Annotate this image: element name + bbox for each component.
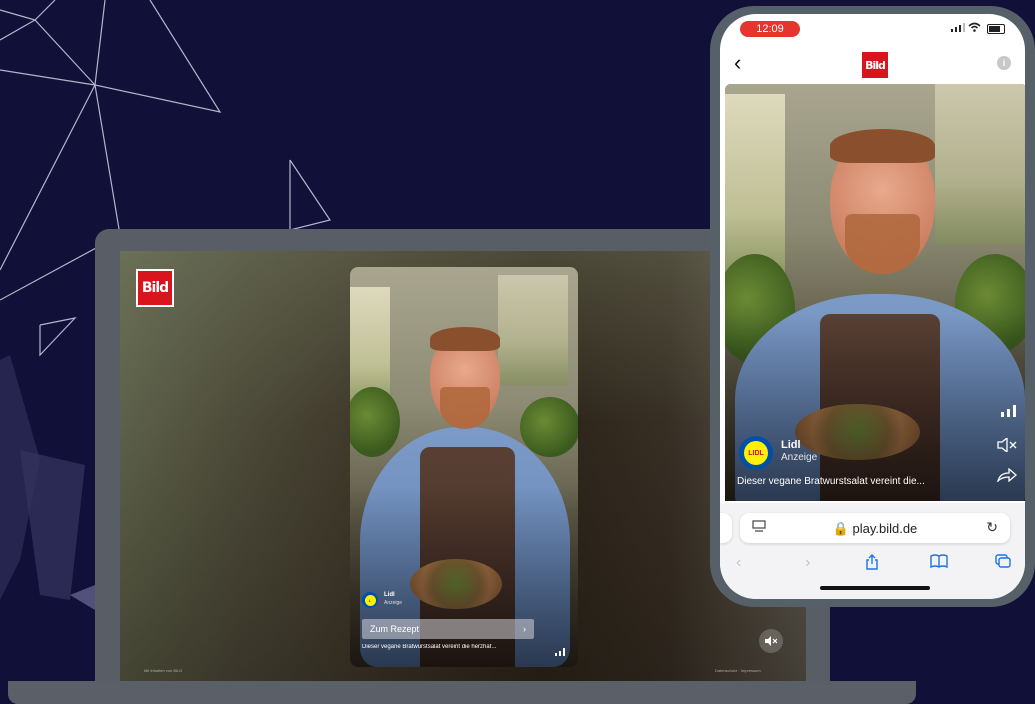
phone-mockup: 12:09 ‹ Bild i LIDL Lidl Anzeige Dieser … [710,6,1035,607]
speaker-muted-icon[interactable] [759,629,783,653]
video-frame-chef [350,267,578,667]
video-ad-card[interactable]: L Lidl Anzeige Zum Rezept › Dieser vegan… [350,267,578,667]
footer-left-text[interactable]: Mit Inhalten von BILD [144,668,182,673]
tabs-icon[interactable] [995,554,1011,573]
previous-tab-stub[interactable] [720,513,732,543]
laptop-base [8,681,916,704]
info-icon[interactable]: i [997,56,1011,70]
chevron-right-icon: › [523,624,526,634]
footer-right-text[interactable]: Datenschutz · Impressum [715,668,761,673]
url-text[interactable]: 🔒 play.bild.de [740,521,1010,537]
share-icon[interactable] [996,467,1017,485]
share-icon[interactable] [865,554,879,575]
lidl-brand-logo[interactable]: LIDL [739,436,773,470]
brand-sub: Anzeige [384,600,403,606]
video-player[interactable]: LIDL Lidl Anzeige Dieser vegane Bratwurs… [725,84,1025,501]
browser-forward-button[interactable]: › [805,554,810,572]
stats-icon[interactable] [1001,404,1017,420]
back-button[interactable]: ‹ [734,52,741,74]
brand-name: Lidl [384,592,395,598]
wifi-icon [968,22,984,35]
browser-toolbar: ‹ › [720,554,1025,576]
brand-name: Lidl [781,439,801,451]
bookmarks-icon[interactable] [930,554,948,573]
signal-icon [950,23,968,35]
video-caption: Dieser vegane Bratwurstsalat vereint die… [362,644,497,650]
video-caption[interactable]: Dieser vegane Bratwurstsalat vereint die… [737,476,962,487]
phone-screen: 12:09 ‹ Bild i LIDL Lidl Anzeige Dieser … [720,14,1025,599]
browser-back-button[interactable]: ‹ [736,554,741,572]
address-bar[interactable]: 🔒 play.bild.de ↻ [740,513,1010,543]
bild-logo[interactable]: Bild [860,50,890,80]
bild-logo[interactable]: Bild [136,269,174,307]
reload-icon[interactable]: ↻ [986,519,998,536]
speaker-muted-icon[interactable] [997,436,1017,455]
status-icons [950,22,1005,35]
home-indicator[interactable] [820,586,930,590]
video-frame-chef [725,84,1025,501]
brand-sub: Anzeige [781,452,818,463]
bar-chart-icon[interactable] [555,643,565,661]
lidl-brand-logo[interactable]: L [362,592,378,608]
cta-label: Zum Rezept [370,624,420,634]
status-time: 12:09 [740,21,800,37]
laptop-screen: Bild L Lidl Anzeige Zum Rezept › Dieser … [120,251,806,681]
cta-button[interactable]: Zum Rezept › [362,619,534,639]
battery-icon [987,24,1005,35]
